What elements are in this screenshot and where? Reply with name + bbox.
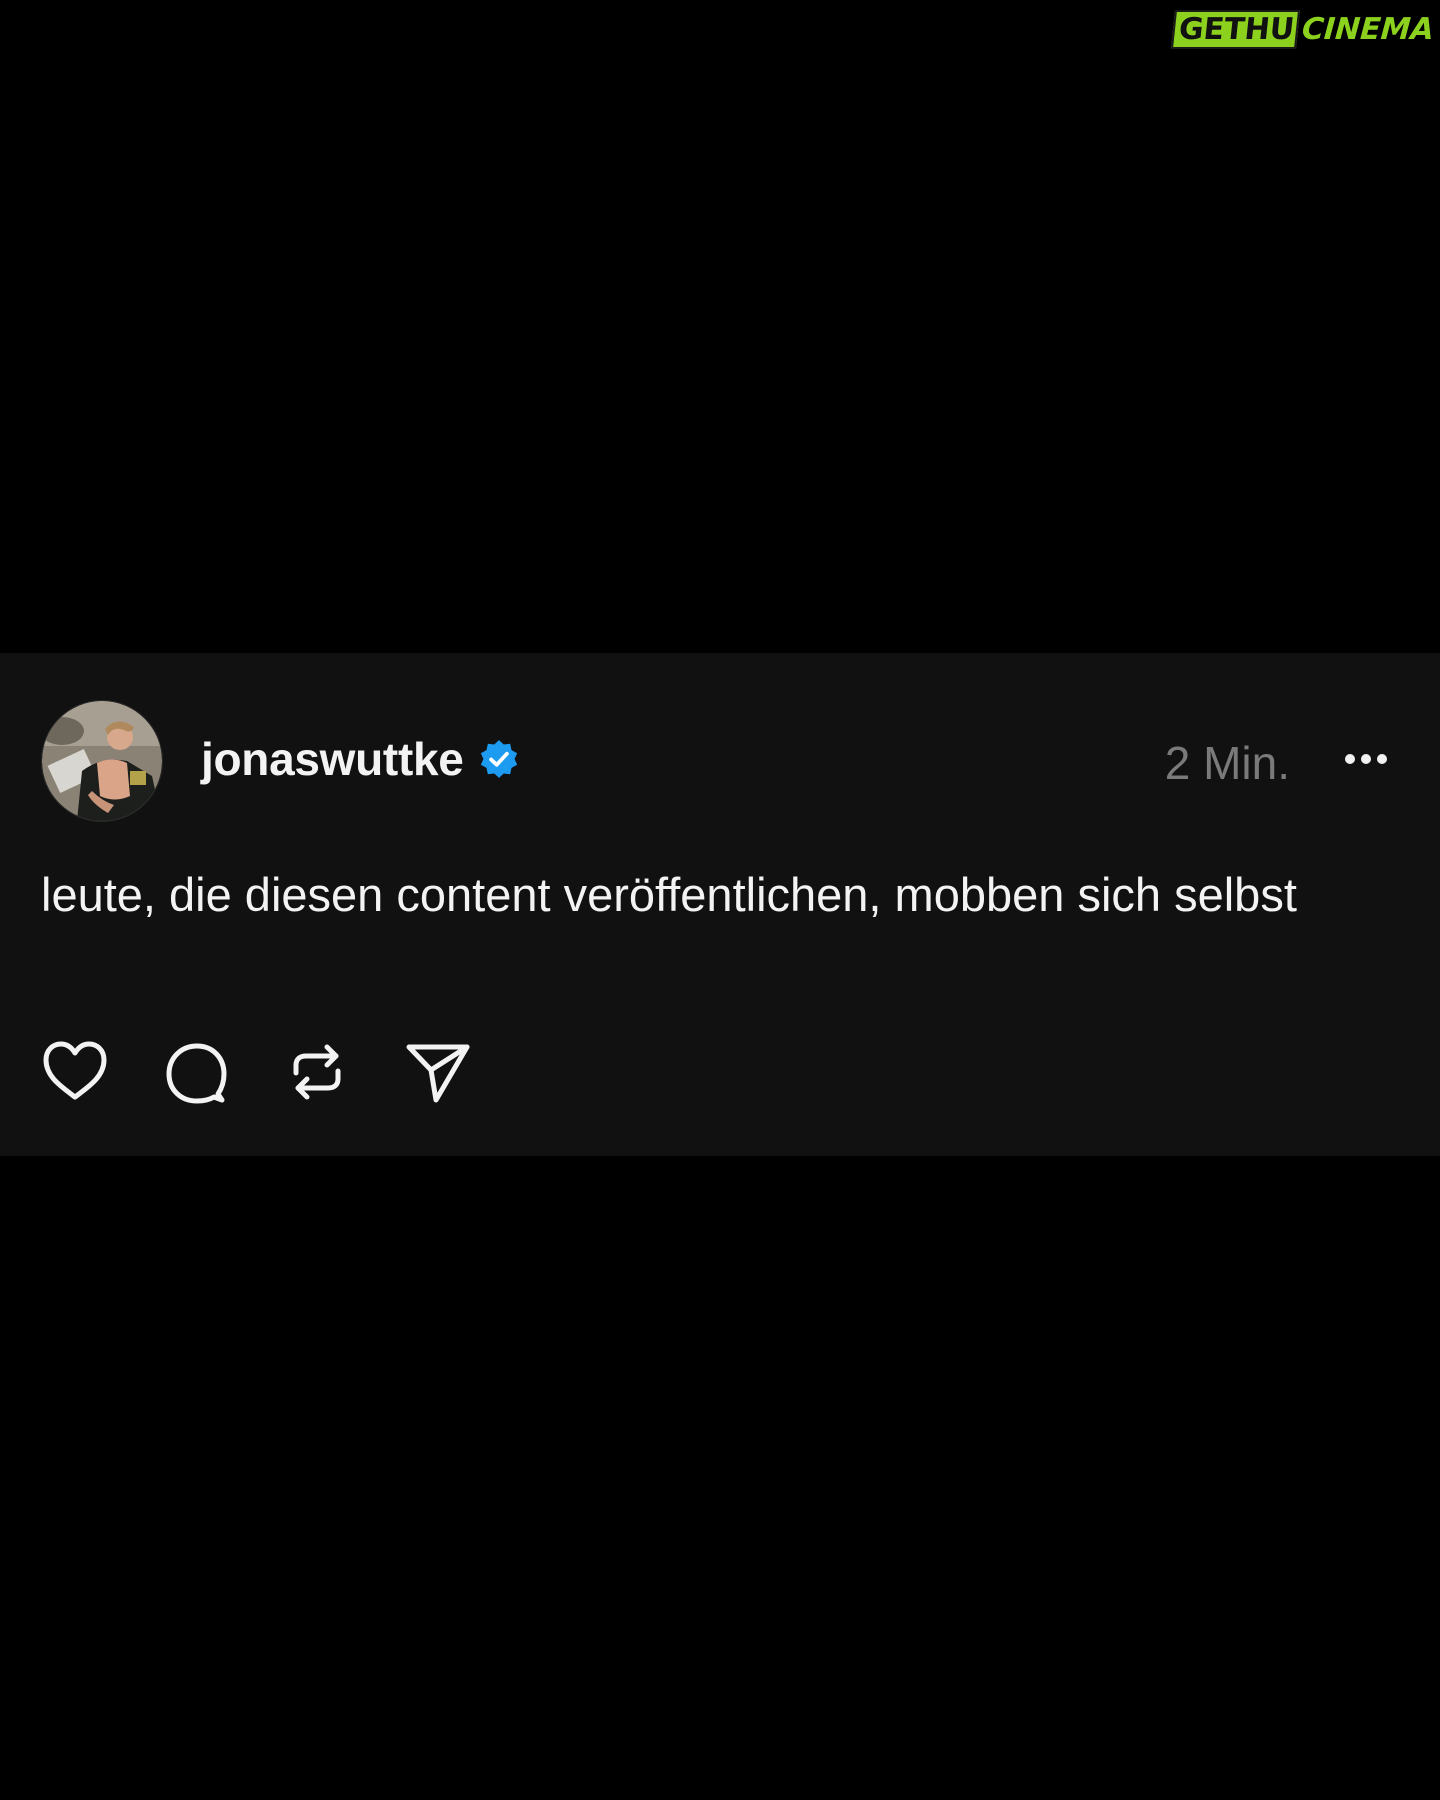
more-horizontal-icon bbox=[1345, 754, 1387, 764]
like-button[interactable] bbox=[40, 1037, 110, 1107]
avatar[interactable] bbox=[41, 700, 163, 822]
username-row: jonaswuttke bbox=[201, 729, 520, 789]
watermark-part-two: CINEMA bbox=[1300, 11, 1436, 47]
send-icon bbox=[406, 1044, 470, 1103]
watermark-logo: GETHU CINEMA bbox=[1171, 10, 1436, 49]
watermark-part-one: GETHU bbox=[1171, 10, 1301, 49]
profile-photo-icon bbox=[42, 701, 162, 821]
share-button[interactable] bbox=[403, 1037, 473, 1107]
post-text: leute, die diesen content veröffentliche… bbox=[41, 868, 1297, 921]
verified-badge-icon bbox=[478, 738, 520, 780]
repost-button[interactable] bbox=[282, 1037, 352, 1107]
post-actions bbox=[40, 1037, 524, 1107]
reply-button[interactable] bbox=[161, 1037, 231, 1107]
post-card: jonaswuttke 2 Min. leute, die diesen con… bbox=[0, 653, 1440, 1156]
repost-icon bbox=[293, 1044, 341, 1100]
heart-icon bbox=[43, 1041, 107, 1100]
comment-icon bbox=[166, 1043, 227, 1104]
username[interactable]: jonaswuttke bbox=[201, 732, 464, 786]
post-timestamp: 2 Min. bbox=[1164, 737, 1290, 789]
more-options-button[interactable] bbox=[1342, 741, 1390, 777]
